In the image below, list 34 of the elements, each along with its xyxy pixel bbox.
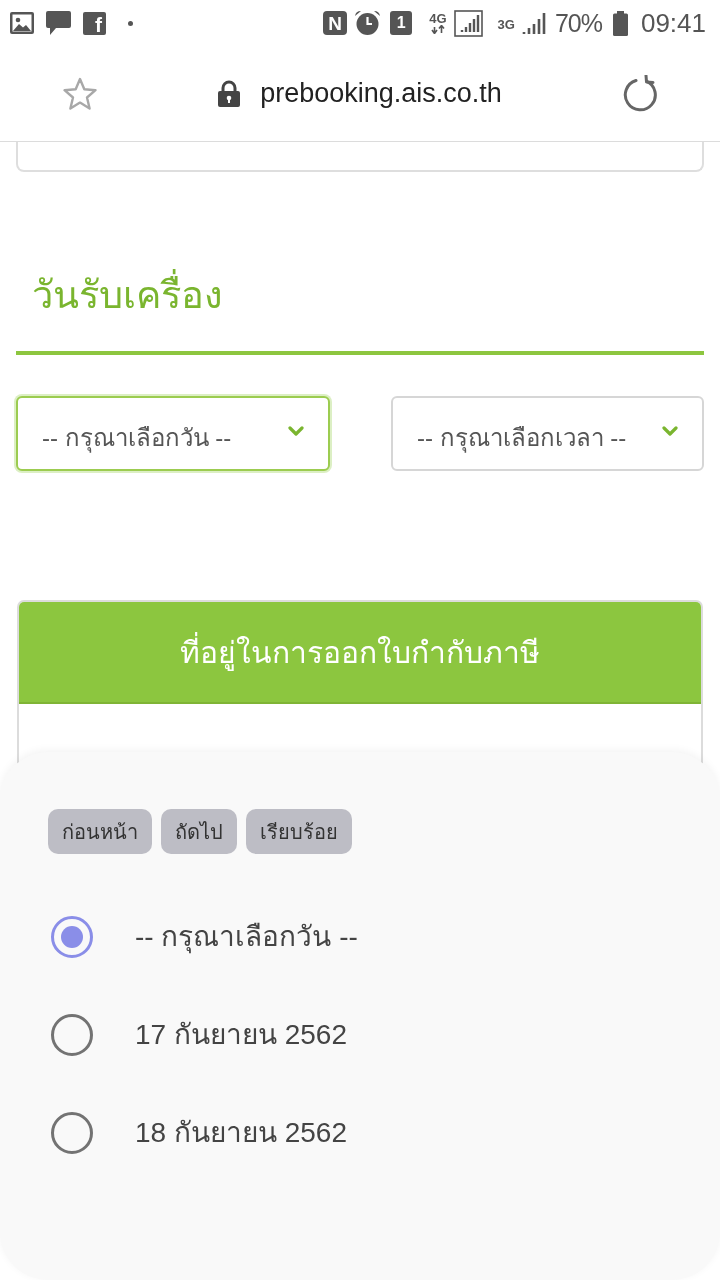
option-label[interactable]: 17 กันยายน 2562: [135, 1014, 347, 1056]
sim-badge: 1: [390, 11, 413, 35]
battery-icon: [612, 10, 628, 36]
app-badge: f: [83, 11, 106, 35]
radio-button[interactable]: [51, 916, 93, 958]
chat-bubble-icon: [46, 11, 71, 35]
picker-button[interactable]: เรียบร้อย: [246, 809, 352, 854]
select-dropdown[interactable]: -- กรุณาเลือกเวลา --: [391, 396, 704, 471]
signal-icon: [521, 12, 548, 34]
section-title: วันรับเครื่อง: [32, 269, 223, 321]
chevron-down-icon: [288, 425, 304, 436]
picker-button[interactable]: ก่อนหน้า: [48, 809, 152, 854]
select-dropdown[interactable]: -- กรุณาเลือกวัน --: [16, 396, 330, 471]
time-text: 09:41: [640, 10, 706, 36]
option-label[interactable]: -- กรุณาเลือกวัน --: [135, 916, 358, 958]
card-title: ที่อยู่ในการออกใบกำกับภาษี: [180, 629, 540, 675]
dot-icon: [128, 20, 133, 26]
radio-button[interactable]: [51, 1112, 93, 1154]
image-icon: [10, 12, 34, 34]
network-type-text: 3G: [497, 17, 515, 31]
signal-icon: [453, 9, 483, 37]
option-label[interactable]: 18 กันยายน 2562: [135, 1112, 347, 1154]
url-text[interactable]: prebooking.ais.co.th: [260, 80, 502, 107]
picker-button[interactable]: ถัดไป: [161, 809, 237, 854]
lock-icon: [218, 80, 241, 107]
data-arrows-icon: [430, 25, 445, 34]
star-icon[interactable]: [62, 76, 98, 111]
battery-percent-text: 70%: [554, 10, 602, 36]
reload-icon[interactable]: [622, 74, 658, 113]
alarm-clock-icon: [354, 10, 382, 36]
network-type-text: 4G: [429, 12, 447, 25]
radio-button[interactable]: [51, 1014, 93, 1056]
chevron-down-icon: [662, 425, 678, 436]
nfc-badge: N: [323, 11, 348, 35]
